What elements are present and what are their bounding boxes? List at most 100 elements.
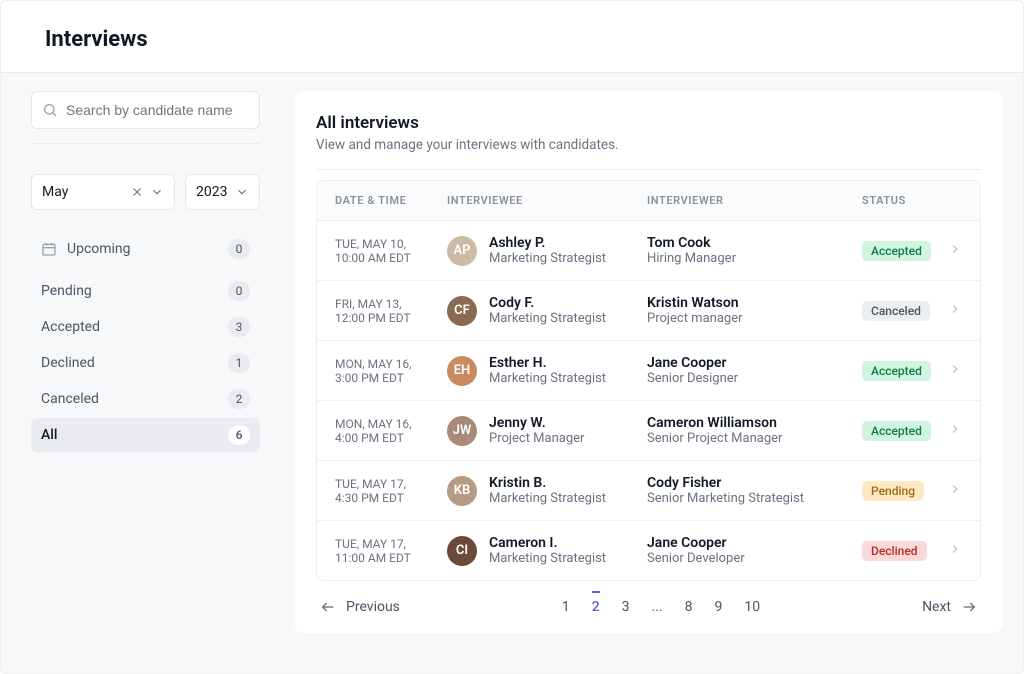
pagination-next-label: Next bbox=[922, 599, 951, 615]
sidebar: May 2023 Upcoming 0 Pending 0 bbox=[1, 73, 274, 673]
chevron-right-icon[interactable] bbox=[948, 302, 962, 316]
status-badge: Pending bbox=[862, 481, 924, 501]
year-select[interactable]: 2023 bbox=[185, 174, 260, 210]
search-icon bbox=[42, 102, 58, 118]
interviewee-name: Ashley P. bbox=[489, 235, 606, 251]
pagination-ellipsis: ... bbox=[652, 599, 663, 615]
chevron-down-icon bbox=[150, 185, 164, 199]
avatar: JW bbox=[447, 416, 477, 446]
avatar: AP bbox=[447, 236, 477, 266]
table-row[interactable]: MON, MAY 16,4:00 PM EDTJW Jenny W.Project… bbox=[317, 401, 980, 461]
filter-upcoming[interactable]: Upcoming 0 bbox=[31, 232, 260, 266]
avatar: EH bbox=[447, 356, 477, 386]
interviewer-name: Cameron Williamson bbox=[647, 415, 862, 431]
interviewer-name: Tom Cook bbox=[647, 235, 862, 251]
filter-pending[interactable]: Pending 0 bbox=[31, 274, 260, 308]
table-row[interactable]: TUE, MAY 17,4:30 PM EDTKB Kristin B.Marke… bbox=[317, 461, 980, 521]
interviewee-role: Project Manager bbox=[489, 431, 584, 446]
filter-all[interactable]: All 6 bbox=[31, 418, 260, 452]
filter-count: 1 bbox=[228, 353, 250, 373]
pagination-page[interactable]: 2 bbox=[592, 591, 600, 615]
row-time: 10:00 AM EDT bbox=[335, 251, 447, 265]
row-time: 3:00 PM EDT bbox=[335, 371, 447, 385]
filter-label: Canceled bbox=[41, 391, 228, 407]
interviewee-role: Marketing Strategist bbox=[489, 311, 606, 326]
pagination-page[interactable]: 3 bbox=[622, 599, 630, 615]
filter-label: Pending bbox=[41, 283, 228, 299]
status-badge: Canceled bbox=[862, 301, 930, 321]
filter-count: 6 bbox=[228, 425, 250, 445]
interviewee-name: Esther H. bbox=[489, 355, 606, 371]
pagination-page[interactable]: 8 bbox=[685, 599, 693, 615]
filter-label: Declined bbox=[41, 355, 228, 371]
search-input[interactable] bbox=[66, 102, 249, 118]
avatar: CI bbox=[447, 536, 477, 566]
interviewee-name: Kristin B. bbox=[489, 475, 606, 491]
row-time: 12:00 PM EDT bbox=[335, 311, 447, 325]
filter-label: All bbox=[41, 427, 228, 443]
section-subheading: View and manage your interviews with can… bbox=[316, 137, 981, 153]
table-row[interactable]: TUE, MAY 10,10:00 AM EDTAPAshley P.Marke… bbox=[317, 221, 980, 281]
filter-count: 2 bbox=[228, 389, 250, 409]
status-badge: Accepted bbox=[862, 241, 931, 261]
month-select[interactable]: May bbox=[31, 174, 175, 210]
filter-count: 0 bbox=[228, 239, 250, 259]
interviewee-name: Cameron I. bbox=[489, 535, 606, 551]
chevron-down-icon bbox=[235, 185, 249, 199]
row-time: 11:00 AM EDT bbox=[335, 551, 447, 565]
filter-label: Upcoming bbox=[67, 241, 228, 257]
status-badge: Accepted bbox=[862, 361, 931, 381]
pagination-page[interactable]: 9 bbox=[715, 599, 723, 615]
table-row[interactable]: MON, MAY 16,3:00 PM EDTEH Esther H.Market… bbox=[317, 341, 980, 401]
filter-accepted[interactable]: Accepted 3 bbox=[31, 310, 260, 344]
filter-canceled[interactable]: Canceled 2 bbox=[31, 382, 260, 416]
interviewer-name: Jane Cooper bbox=[647, 535, 862, 551]
pagination-next[interactable]: Next bbox=[922, 599, 977, 615]
interviewee-role: Marketing Strategist bbox=[489, 371, 606, 386]
interviewee-name: Jenny W. bbox=[489, 415, 584, 431]
section-heading: All interviews bbox=[316, 113, 981, 133]
filter-count: 3 bbox=[228, 317, 250, 337]
filter-declined[interactable]: Declined 1 bbox=[31, 346, 260, 380]
table-row[interactable]: FRI, MAY 13,12:00 PM EDTCFCody F.Marketi… bbox=[317, 281, 980, 341]
pagination: Previous 1 2 3... 8 9 10 Next bbox=[316, 581, 981, 627]
interviewee-role: Marketing Strategist bbox=[489, 251, 606, 266]
interviewer-name: Jane Cooper bbox=[647, 355, 862, 371]
pagination-prev[interactable]: Previous bbox=[320, 599, 400, 615]
row-time: 4:30 PM EDT bbox=[335, 491, 447, 505]
section-divider bbox=[316, 169, 981, 170]
arrow-left-icon bbox=[320, 599, 336, 615]
row-date: TUE, MAY 17, bbox=[335, 477, 447, 491]
pagination-page[interactable]: 1 bbox=[562, 599, 570, 615]
month-select-value: May bbox=[42, 184, 130, 200]
col-header-interviewer: INTERVIEWER bbox=[647, 194, 862, 207]
status-badge: Accepted bbox=[862, 421, 931, 441]
pagination-page[interactable]: 10 bbox=[744, 599, 760, 615]
row-date: MON, MAY 16, bbox=[335, 417, 447, 431]
pagination-prev-label: Previous bbox=[346, 599, 400, 615]
interviewer-role: Senior Project Manager bbox=[647, 431, 862, 446]
chevron-right-icon[interactable] bbox=[948, 422, 962, 436]
search-input-wrap[interactable] bbox=[31, 91, 260, 129]
row-date: MON, MAY 16, bbox=[335, 357, 447, 371]
calendar-icon bbox=[41, 241, 57, 257]
col-header-interviewee: INTERVIEWEE bbox=[447, 194, 647, 207]
clear-icon[interactable] bbox=[130, 185, 144, 199]
interviews-table: DATE & TIME INTERVIEWEE INTERVIEWER STAT… bbox=[316, 180, 981, 581]
table-header: DATE & TIME INTERVIEWEE INTERVIEWER STAT… bbox=[317, 181, 980, 221]
avatar: KB bbox=[447, 476, 477, 506]
arrow-right-icon bbox=[961, 599, 977, 615]
filter-count: 0 bbox=[228, 281, 250, 301]
row-date: FRI, MAY 13, bbox=[335, 297, 447, 311]
chevron-right-icon[interactable] bbox=[948, 362, 962, 376]
row-time: 4:00 PM EDT bbox=[335, 431, 447, 445]
chevron-right-icon[interactable] bbox=[948, 542, 962, 556]
col-header-datetime: DATE & TIME bbox=[335, 194, 447, 207]
interviewee-role: Marketing Strategist bbox=[489, 491, 606, 506]
table-row[interactable]: TUE, MAY 17,11:00 AM EDTCICameron I.Mark… bbox=[317, 521, 980, 580]
interviewer-role: Hiring Manager bbox=[647, 251, 862, 266]
chevron-right-icon[interactable] bbox=[948, 242, 962, 256]
filter-label: Accepted bbox=[41, 319, 228, 335]
chevron-right-icon[interactable] bbox=[948, 482, 962, 496]
main-content: All interviews View and manage your inte… bbox=[274, 73, 1023, 673]
